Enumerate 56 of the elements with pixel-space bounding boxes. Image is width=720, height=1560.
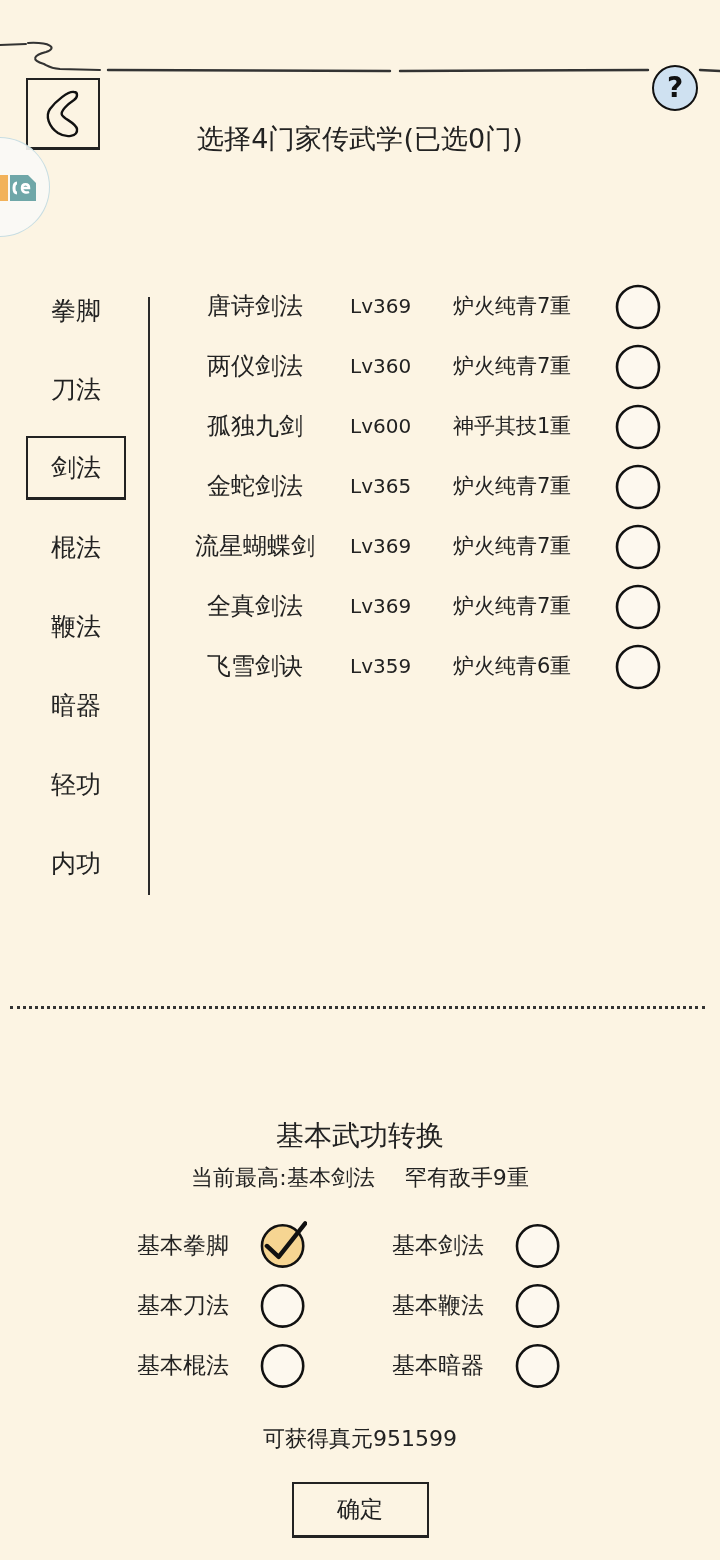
reward-text: 可获得真元951599: [263, 1425, 457, 1453]
checkbox[interactable]: [259, 1341, 307, 1389]
skill-realm: 炉火纯青7重: [453, 593, 572, 620]
checkbox[interactable]: [259, 1281, 307, 1329]
skill-realm: 炉火纯青6重: [453, 653, 572, 680]
skill-name: 唐诗剑法: [207, 291, 303, 322]
skill-name: 孤独九剑: [207, 411, 303, 442]
checkbox[interactable]: [514, 1281, 562, 1329]
option-label: 基本鞭法: [392, 1290, 484, 1320]
skill-realm: 炉火纯青7重: [453, 473, 572, 500]
option-label: 基本暗器: [392, 1350, 484, 1380]
rank-text: 罕有敌手9重: [404, 1164, 529, 1192]
help-button[interactable]: ?: [652, 65, 698, 111]
radio-button[interactable]: [615, 342, 663, 390]
current-highest-text: 当前最高:基本剑法: [191, 1164, 375, 1192]
skill-level: Lv360: [350, 354, 412, 378]
category-tab[interactable]: 暗器: [26, 673, 126, 737]
back-button[interactable]: [26, 78, 100, 150]
skill-name: 两仪剑法: [207, 351, 303, 382]
radio-button[interactable]: [615, 582, 663, 630]
checkbox[interactable]: [514, 1341, 562, 1389]
skill-level: Lv369: [350, 294, 412, 318]
category-tab[interactable]: 轻功: [26, 752, 126, 816]
category-tab[interactable]: 剑法: [26, 436, 126, 500]
category-tab[interactable]: 棍法: [26, 515, 126, 579]
category-tab[interactable]: 拳脚: [26, 278, 126, 342]
skill-level: Lv365: [350, 474, 412, 498]
skill-level: Lv359: [350, 654, 412, 678]
checkbox[interactable]: [514, 1221, 562, 1269]
radio-button[interactable]: [615, 462, 663, 510]
category-tab[interactable]: 刀法: [26, 357, 126, 421]
skill-level: Lv600: [350, 414, 412, 438]
checkbox[interactable]: [259, 1221, 307, 1269]
radio-button[interactable]: [615, 282, 663, 330]
skill-name: 飞雪剑诀: [207, 651, 303, 682]
skill-name: 流星蝴蝶剑: [195, 531, 315, 562]
radio-button[interactable]: [615, 642, 663, 690]
category-tab[interactable]: 内功: [26, 831, 126, 895]
page-title: 选择4门家传武学(已选0门): [197, 122, 523, 156]
skill-realm: 炉火纯青7重: [453, 533, 572, 560]
radio-button[interactable]: [615, 402, 663, 450]
skill-realm: 炉火纯青7重: [453, 353, 572, 380]
skill-name: 全真剑法: [207, 591, 303, 622]
category-tab[interactable]: 鞭法: [26, 594, 126, 658]
skill-level: Lv369: [350, 594, 412, 618]
option-label: 基本剑法: [392, 1230, 484, 1260]
option-label: 基本棍法: [137, 1350, 229, 1380]
radio-button[interactable]: [615, 522, 663, 570]
section-title: 基本武功转换: [276, 1120, 444, 1152]
confirm-button[interactable]: 确定: [291, 1482, 429, 1538]
skill-level: Lv369: [350, 534, 412, 558]
skill-name: 金蛇剑法: [207, 471, 303, 502]
skill-realm: 炉火纯青7重: [453, 293, 572, 320]
skill-realm: 神乎其技1重: [453, 413, 572, 440]
option-label: 基本刀法: [137, 1290, 229, 1320]
option-label: 基本拳脚: [137, 1230, 229, 1260]
